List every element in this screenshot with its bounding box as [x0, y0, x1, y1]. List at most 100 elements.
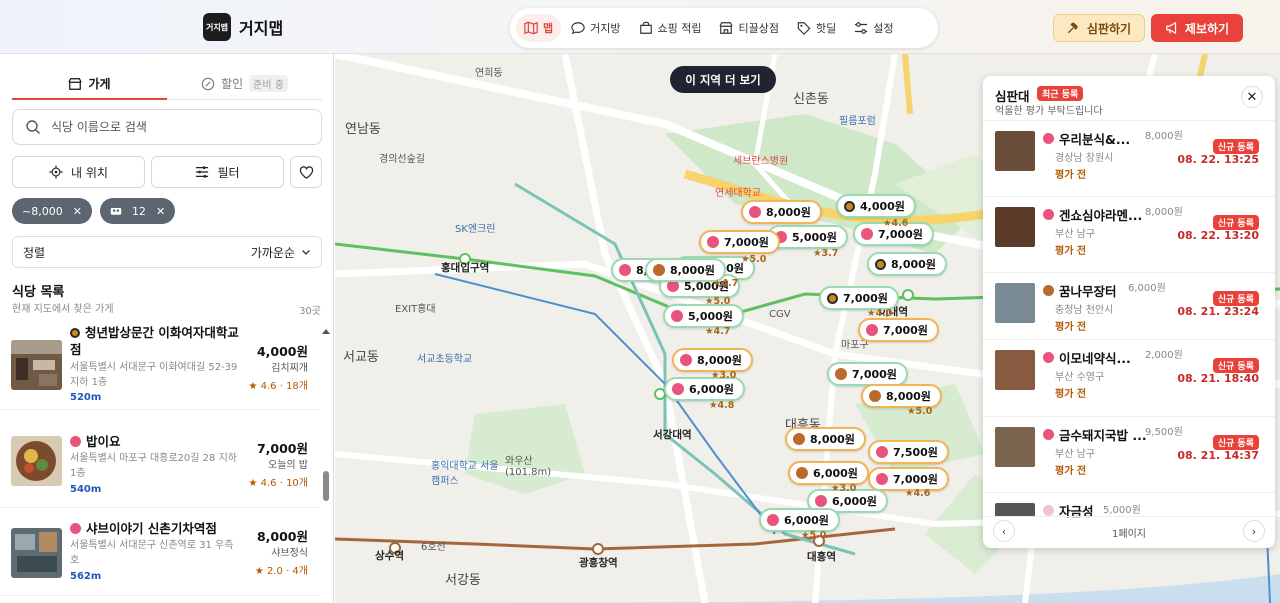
chevron-down-icon [302, 250, 310, 255]
new-badge: 신규 등록 [1212, 215, 1259, 230]
restaurant-rating: ★ 4.6 · 18개 [248, 381, 308, 392]
restaurant-price: 4,000원 [256, 344, 308, 359]
nav-map[interactable]: 맵 [516, 14, 562, 42]
list-item[interactable]: 밥이요 서울특별시 마포구 대흥로20길 28 지하1층 540m 7,000원… [0, 422, 320, 508]
review-photo [995, 207, 1035, 247]
food-icon [835, 368, 847, 380]
close-icon: ✕ [1246, 89, 1258, 105]
app-logo[interactable]: 거지맵 [203, 13, 231, 41]
map-price-pin[interactable]: 8,000원 [867, 252, 947, 276]
map-price-pin[interactable]: 4,000원 [836, 194, 916, 218]
price-filter-chip[interactable]: ~8,000 ✕ [12, 198, 92, 224]
review-item[interactable]: 이모네약식... 2,000원 부산 수영구 평가 전 신규 등록 08. 21… [983, 339, 1275, 407]
map-price-pin[interactable]: 7,500원 [868, 440, 949, 464]
map-label-cgv: CGV [769, 309, 791, 320]
crosshair-icon [49, 165, 63, 179]
map-price-pin[interactable]: 7,000원 [827, 362, 908, 386]
app-title[interactable]: 거지맵 [239, 15, 283, 39]
review-location: 부산 수영구 [1055, 372, 1105, 383]
review-location: 부산 남구 [1055, 449, 1095, 460]
tab-sale[interactable]: 할인 준비 중 [167, 68, 322, 99]
rice-bowl-icon [680, 354, 692, 366]
review-date: 08. 22. 13:20 [1177, 229, 1259, 242]
map-label-gwangheung-station: 광흥창역 [579, 557, 618, 569]
sort-select[interactable]: 정렬 가까운순 [12, 236, 322, 268]
map-price-pin[interactable]: 7,000원 [819, 286, 899, 310]
review-name: 꿈나무장터 [1059, 284, 1117, 299]
restaurant-rating: ★ 4.6 · 10개 [248, 478, 308, 489]
map-label-yonsei: 연세대학교 [715, 188, 761, 199]
chevron-right-icon: › [1251, 524, 1257, 538]
review-item[interactable]: 꿈나무장터 6,000원 충청남 천안시 평가 전 신규 등록 08. 21. … [983, 272, 1275, 340]
map-price-pin[interactable]: 6,000원 [788, 461, 869, 485]
restaurant-price: 8,000원 [256, 529, 308, 544]
next-page-button[interactable]: › [1243, 520, 1265, 542]
judge-button[interactable]: 심판하기 [1053, 14, 1145, 42]
review-date: 08. 22. 13:25 [1177, 153, 1259, 166]
map-label-seogyo-school: 서교초등학교 [417, 354, 473, 365]
nav-shopping[interactable]: 쇼핑 적립 [631, 14, 710, 42]
close-icon[interactable]: ✕ [73, 205, 82, 218]
map-price-pin[interactable]: 8,000원 [861, 384, 942, 408]
map-label-sangsu-station: 상수역 [375, 550, 404, 562]
map-label-line6: 6호선 [421, 542, 446, 553]
new-badge: 신규 등록 [1212, 358, 1259, 373]
my-location-button[interactable]: 내 위치 [12, 156, 145, 188]
map-rating: ★5.0 [705, 296, 731, 307]
restaurant-address: 서울특별시 서대문구 신촌역로 31 우측호 [70, 540, 234, 566]
review-name: 이모네약식... [1059, 351, 1131, 366]
map-label-hongik-univ: 홍익대학교 서울캠퍼스 [431, 461, 499, 487]
close-icon[interactable]: ✕ [156, 205, 165, 218]
pagination: 1페이지 [983, 516, 1275, 548]
nav-hotdeal[interactable]: 핫딜 [789, 14, 844, 42]
food-icon [793, 433, 805, 445]
review-item[interactable]: 겐쇼심야라멘... 8,000원 부산 남구 평가 전 신규 등록 08. 22… [983, 196, 1275, 264]
list-item[interactable]: 샤브이야기 신촌기차역점 서울특별시 서대문구 신촌역로 31 우측호 562m… [0, 510, 320, 596]
map-price-pin[interactable]: 8,000원 [741, 200, 822, 224]
food-icon [653, 264, 665, 276]
prev-page-button[interactable]: ‹ [993, 520, 1015, 542]
rice-bowl-icon [619, 264, 631, 276]
list-item[interactable]: 청년밥상문간 이화여자대학교점 서울특별시 서대문구 이화여대길 52-39 지… [0, 326, 320, 410]
search-this-area-button[interactable]: 이 지역 더 보기 [670, 66, 776, 93]
map-icon [524, 21, 538, 35]
map-rating: ★4.7 [713, 278, 739, 289]
rice-bowl-icon [1043, 133, 1054, 144]
review-photo [995, 350, 1035, 390]
count-filter-chip[interactable]: 12 ✕ [99, 198, 176, 224]
map-price-pin[interactable]: 7,000원 [858, 318, 939, 342]
search-input[interactable] [51, 120, 291, 134]
map-rating: ★4.6 [883, 218, 909, 229]
favorites-button[interactable] [290, 156, 322, 188]
review-price: 8,000원 [1145, 131, 1183, 142]
nav-store[interactable]: 티끌상점 [711, 14, 786, 42]
map-price-pin[interactable]: 7,000원 [699, 230, 780, 254]
close-button[interactable]: ✕ [1241, 86, 1263, 108]
scroll-up-arrow[interactable] [322, 329, 330, 334]
review-price: 8,000원 [1145, 207, 1183, 218]
review-state: 평가 전 [1055, 246, 1087, 257]
nav-settings[interactable]: 설정 [846, 14, 901, 42]
nav-geojibang[interactable]: 거지방 [563, 14, 628, 42]
review-location: 부산 남구 [1055, 229, 1095, 240]
food-icon [869, 390, 881, 402]
list-scrollbar[interactable] [323, 471, 329, 501]
rice-bowl-icon [671, 310, 683, 322]
filter-button[interactable]: 필터 [151, 156, 284, 188]
review-item[interactable]: 우리분식&... 8,000원 경상남 창원시 평가 전 신규 등록 08. 2… [983, 120, 1275, 188]
report-button[interactable]: 제보하기 [1151, 14, 1243, 42]
review-item[interactable]: 금수돼지국밥 ... 9,500원 부산 남구 평가 전 신규 등록 08. 2… [983, 416, 1275, 484]
review-photo [995, 427, 1035, 467]
shopping-bag-icon [639, 21, 652, 34]
review-price: 2,000원 [1145, 350, 1183, 361]
review-name: 우리분식&... [1059, 132, 1131, 147]
map-rating: ★4.6 [905, 488, 931, 499]
map-price-pin[interactable]: 5,000원 [663, 304, 744, 328]
tab-store[interactable]: 가게 [12, 68, 167, 100]
map-price-pin[interactable]: 8,000원 [785, 427, 866, 451]
map-price-pin[interactable]: 6,000원 [759, 508, 840, 532]
map-rating: ★4.0 [867, 308, 893, 319]
map-price-pin[interactable]: 8,000원 [672, 348, 753, 372]
map-label-seogangdae-station: 서강대역 [653, 429, 692, 441]
map-rating: ★4.8 [709, 400, 735, 411]
